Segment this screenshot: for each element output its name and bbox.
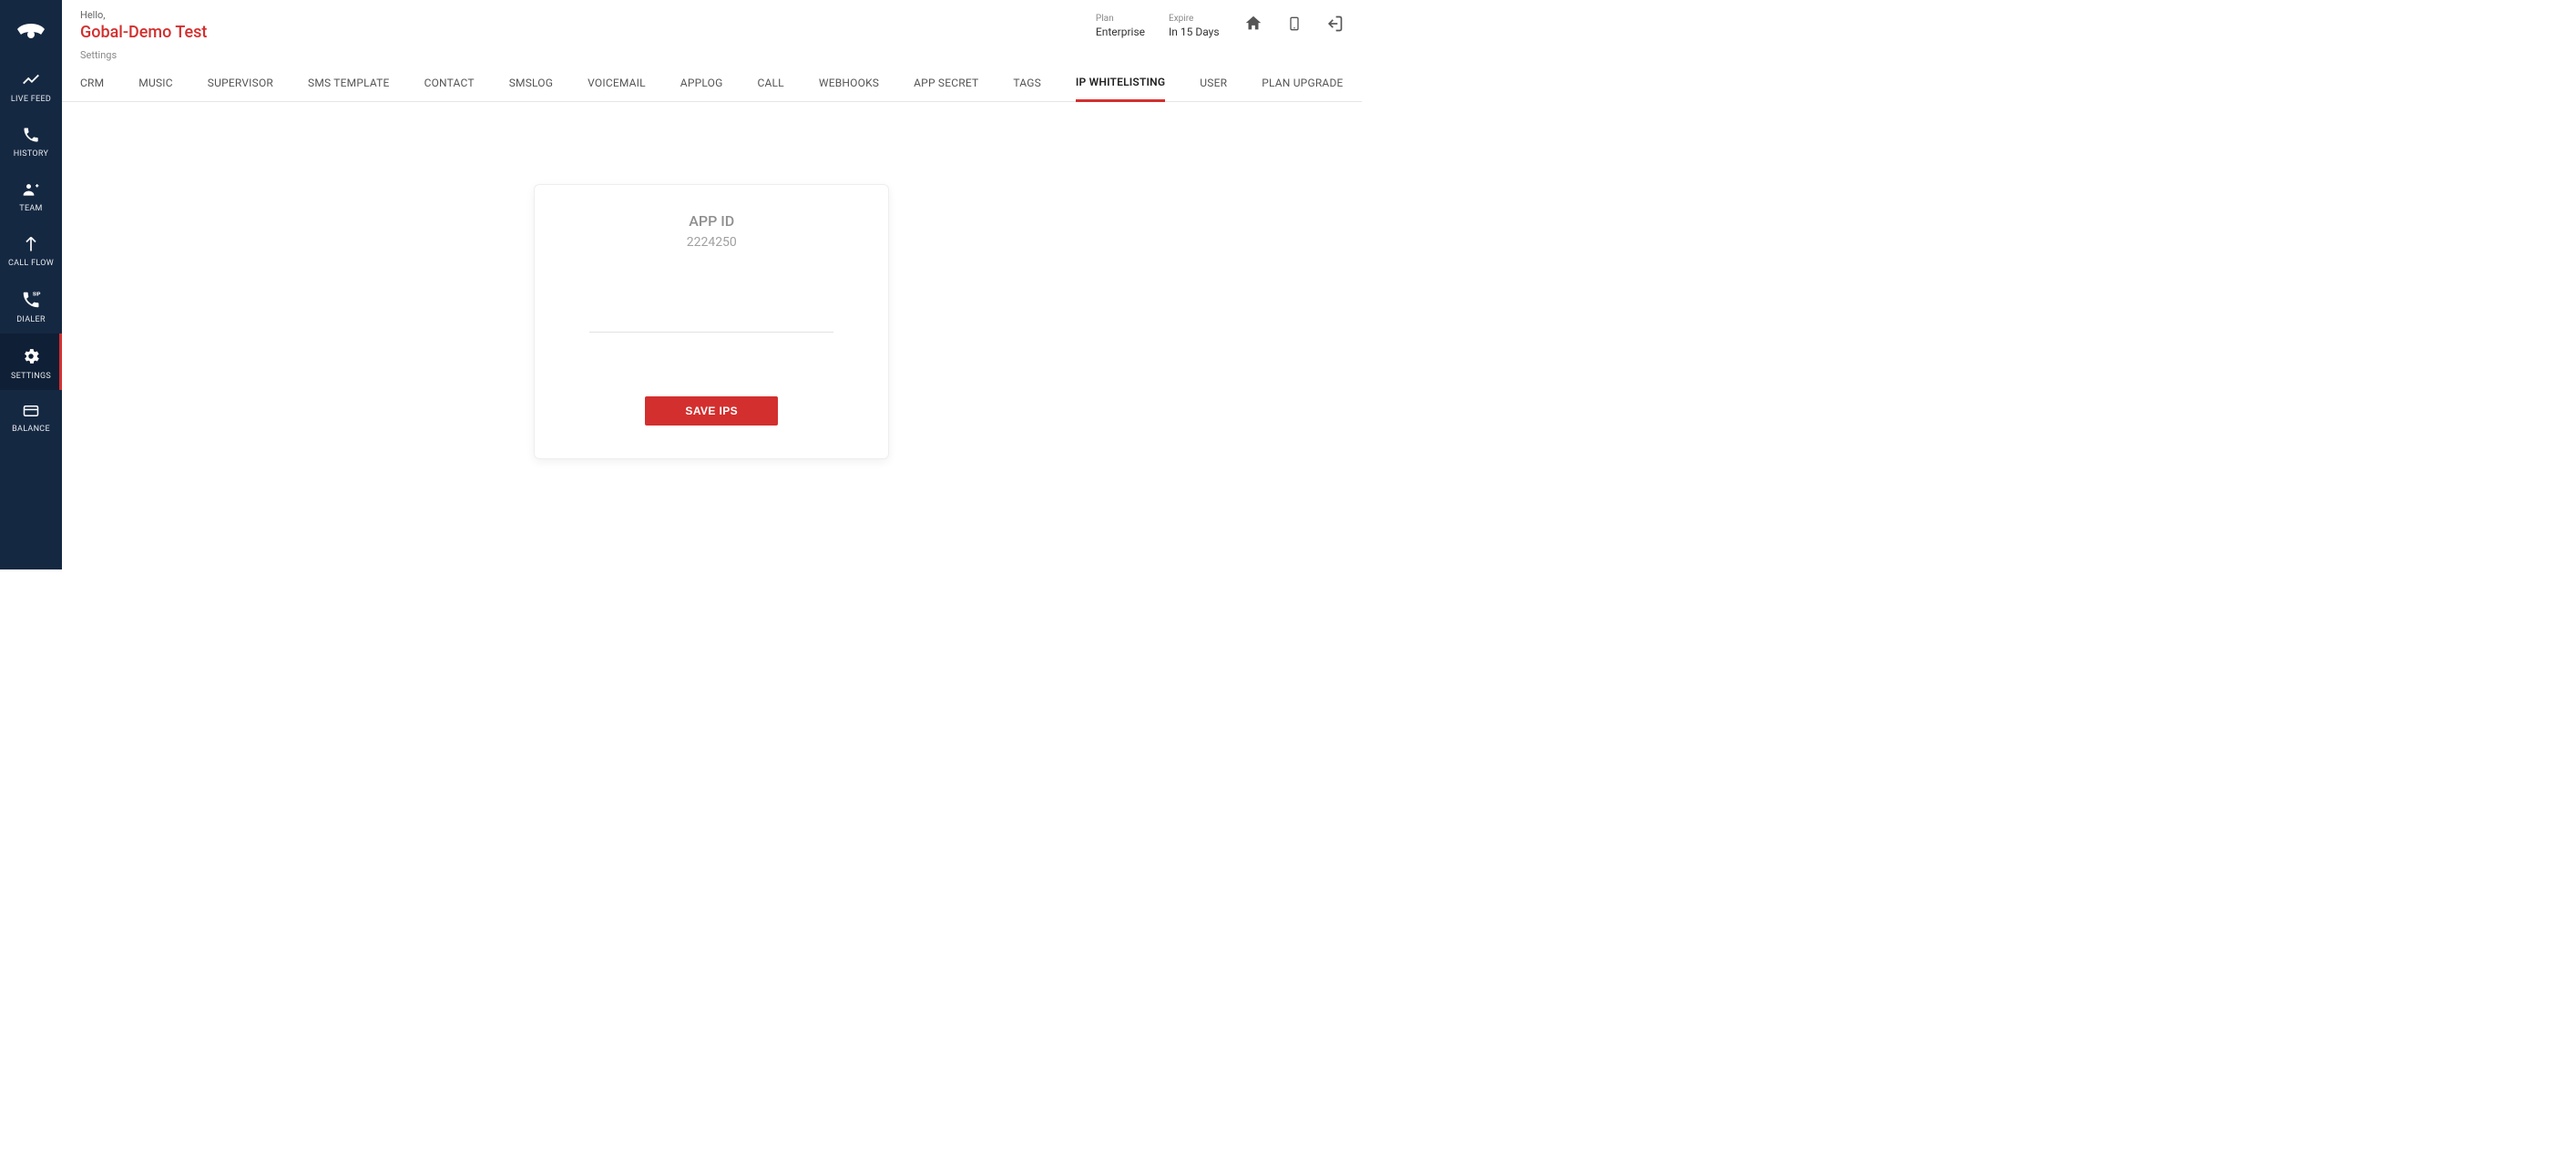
tab-plan-upgrade[interactable]: PLAN UPGRADE: [1262, 71, 1343, 100]
sidebar-item-team[interactable]: TEAM: [0, 168, 62, 222]
home-icon[interactable]: [1243, 14, 1263, 37]
sidebar-item-label: HISTORY: [14, 149, 49, 159]
expire-label: Expire: [1169, 14, 1220, 24]
tab-tags[interactable]: TAGS: [1013, 71, 1041, 100]
tab-applog[interactable]: APPLOG: [680, 71, 723, 100]
logout-icon[interactable]: [1325, 15, 1344, 36]
greeting: Hello,: [80, 9, 207, 21]
sidebar-item-callflow[interactable]: CALL FLOW: [0, 222, 62, 277]
tab-app-secret[interactable]: APP SECRET: [914, 71, 978, 100]
tab-sms-template[interactable]: SMS TEMPLATE: [308, 71, 390, 100]
tab-supervisor[interactable]: SUPERVISOR: [208, 71, 273, 100]
sidebar-item-livefeed[interactable]: LIVE FEED: [0, 56, 62, 113]
tab-crm[interactable]: CRM: [80, 71, 104, 100]
flow-icon: [22, 235, 40, 253]
svg-text:SIP: SIP: [33, 292, 41, 297]
plan-label: Plan: [1096, 14, 1145, 24]
sidebar-item-label: CALL FLOW: [8, 259, 54, 268]
expire-info: Expire In 15 Days: [1169, 14, 1220, 38]
expire-value: In 15 Days: [1169, 26, 1220, 38]
main-area: Hello, Gobal-Demo Test Plan Enterprise E…: [62, 0, 1362, 569]
tab-ip-whitelisting[interactable]: IP WHITELISTING: [1076, 70, 1165, 102]
mobile-icon[interactable]: [1287, 14, 1302, 37]
sidebar-item-balance[interactable]: BALANCE: [0, 390, 62, 443]
ip-input-field[interactable]: [589, 332, 833, 333]
app-id-value: 2224250: [571, 235, 852, 250]
tab-voicemail[interactable]: VOICEMAIL: [588, 71, 646, 100]
plan-info: Plan Enterprise: [1096, 14, 1145, 38]
phone-icon: [22, 126, 40, 144]
tab-contact[interactable]: CONTACT: [424, 71, 475, 100]
sidebar-item-label: SETTINGS: [11, 372, 51, 381]
sidebar-item-label: DIALER: [16, 315, 46, 324]
sidebar-item-history[interactable]: HISTORY: [0, 113, 62, 168]
header: Hello, Gobal-Demo Test Plan Enterprise E…: [62, 0, 1362, 47]
sidebar-item-settings[interactable]: SETTINGS: [0, 333, 62, 390]
sidebar-item-label: LIVE FEED: [11, 95, 51, 104]
dialer-icon: SIP: [21, 290, 41, 310]
chart-line-icon: [21, 69, 41, 89]
sidebar: LIVE FEED HISTORY TEAM CALL FLOW SIP DIA…: [0, 0, 62, 569]
tenant-name: Gobal-Demo Test: [80, 23, 207, 42]
phone-logo-icon: [14, 16, 48, 42]
tab-call[interactable]: CALL: [757, 71, 783, 100]
card-icon: [21, 403, 41, 419]
card-title: APP ID: [571, 212, 852, 230]
sidebar-item-label: TEAM: [19, 204, 42, 213]
settings-tabs: CRM MUSIC SUPERVISOR SMS TEMPLATE CONTAC…: [62, 61, 1362, 102]
tab-user[interactable]: USER: [1200, 71, 1227, 100]
save-ips-button[interactable]: SAVE IPS: [645, 396, 778, 426]
breadcrumb: Settings: [62, 47, 1362, 61]
plan-value: Enterprise: [1096, 26, 1145, 38]
content-area: APP ID 2224250 SAVE IPS: [62, 102, 1362, 569]
app-logo: [0, 2, 62, 56]
tab-webhooks[interactable]: WEBHOOKS: [819, 71, 879, 100]
sidebar-item-dialer[interactable]: SIP DIALER: [0, 277, 62, 333]
gear-icon: [21, 346, 41, 366]
app-id-card: APP ID 2224250 SAVE IPS: [534, 184, 889, 459]
sidebar-item-label: BALANCE: [12, 425, 50, 434]
team-icon: [21, 180, 41, 199]
tab-music[interactable]: MUSIC: [138, 71, 172, 100]
tab-smslog[interactable]: SMSLOG: [509, 71, 553, 100]
